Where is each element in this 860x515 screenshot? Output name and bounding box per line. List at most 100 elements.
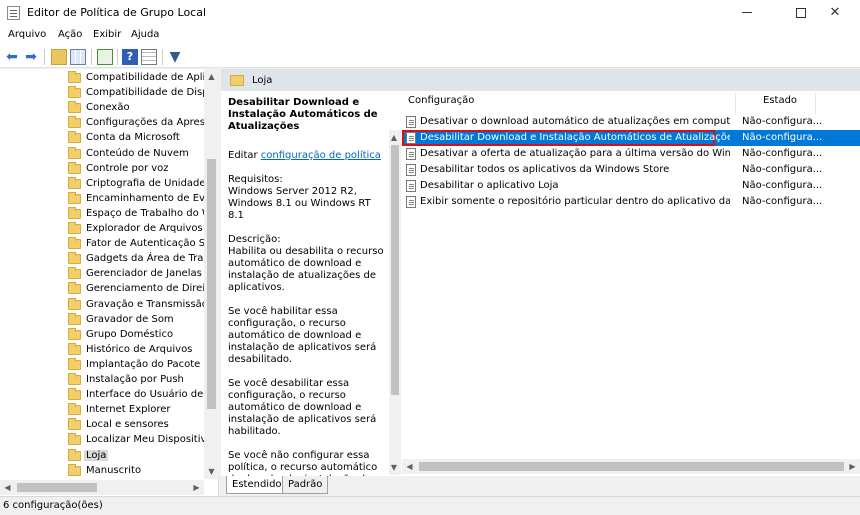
- filter-icon[interactable]: ▼: [167, 49, 183, 65]
- folder-icon: [68, 297, 81, 310]
- tree-item[interactable]: Criptografia de Unidade de: [68, 176, 208, 192]
- list-hscroll-thumb[interactable]: [419, 462, 844, 471]
- folder-icon: [68, 131, 81, 144]
- tree-item[interactable]: Local e sensores: [68, 418, 208, 433]
- policy-setting-icon: [406, 196, 416, 208]
- scroll-up-icon[interactable]: ▲: [204, 69, 219, 84]
- tree-item-label: Implantação do Pacote de: [86, 358, 208, 370]
- tree-item[interactable]: Explorador de Arquivos: [68, 222, 208, 237]
- menu-arquivo[interactable]: Arquivo: [8, 29, 46, 40]
- tree-item[interactable]: Gadgets da Área de Traball: [68, 252, 208, 267]
- tree-vertical-scrollbar[interactable]: ▲ ▼: [204, 69, 219, 479]
- column-divider[interactable]: [735, 93, 736, 114]
- menu-exibir[interactable]: Exibir: [93, 29, 121, 40]
- tree-item[interactable]: Instalação por Push: [68, 373, 208, 388]
- column-divider[interactable]: [815, 93, 816, 114]
- tree-item[interactable]: Grupo Doméstico: [68, 327, 208, 343]
- description-scrollbar[interactable]: ▲ ▼: [389, 130, 401, 475]
- tree-item[interactable]: Manuscrito: [68, 463, 208, 479]
- tree-hscroll-thumb[interactable]: [17, 483, 97, 492]
- tree-item[interactable]: Interface do Usuário de Cre: [68, 388, 208, 403]
- tree-item[interactable]: Conteúdo de Nuvem: [68, 146, 208, 162]
- scroll-down-icon[interactable]: ▼: [388, 460, 400, 475]
- setting-state: Não-configura...: [742, 148, 823, 159]
- scroll-right-icon[interactable]: ▶: [845, 459, 860, 474]
- edit-policy-link[interactable]: configuração de política: [261, 150, 381, 161]
- export-list-icon[interactable]: [97, 49, 113, 65]
- tree-item[interactable]: Gerenciamento de Direitos: [68, 282, 208, 297]
- tab-standard[interactable]: Padrão: [282, 476, 329, 494]
- scroll-left-icon[interactable]: ◀: [0, 480, 15, 495]
- tree-item[interactable]: Compatibilidade de Aplica: [68, 71, 208, 86]
- tree-item[interactable]: Conexão: [68, 101, 208, 116]
- menu-acao[interactable]: Ação: [58, 29, 82, 40]
- tab-extended[interactable]: Estendido: [226, 476, 288, 494]
- forward-arrow-icon[interactable]: ➡: [23, 49, 39, 65]
- minimize-button[interactable]: [724, 0, 770, 26]
- tree-item[interactable]: Configurações da Apresent: [68, 116, 208, 131]
- tree-item[interactable]: Implantação do Pacote de: [68, 357, 208, 373]
- list-item[interactable]: Desabilitar todos os aplicativos da Wind…: [402, 162, 860, 178]
- show-hide-tree-icon[interactable]: [70, 49, 86, 65]
- list-horizontal-scrollbar[interactable]: ◀ ▶: [402, 459, 860, 474]
- folder-icon: [68, 342, 81, 355]
- content-area: Loja Desabilitar Download e Instalação A…: [221, 69, 860, 496]
- setting-state: Não-configura...: [742, 180, 823, 191]
- scroll-up-icon[interactable]: ▲: [388, 130, 400, 145]
- tree-item[interactable]: Espaço de Trabalho do Wir: [68, 206, 208, 222]
- menu-ajuda[interactable]: Ajuda: [131, 29, 159, 40]
- column-header-state[interactable]: Estado: [763, 95, 797, 112]
- list-item[interactable]: Desabilitar Download e Instalação Automá…: [402, 130, 860, 146]
- folder-icon: [68, 101, 81, 114]
- tree-scroll-thumb[interactable]: [207, 159, 216, 409]
- tree-item[interactable]: Internet Explorer: [68, 403, 208, 418]
- back-arrow-icon[interactable]: ⬅: [4, 49, 20, 65]
- list-item[interactable]: Desabilitar o aplicativo Loja Não-configu…: [402, 178, 860, 194]
- folder-icon: [68, 463, 81, 476]
- tree-item[interactable]: Localizar Meu Dispositivo: [68, 433, 208, 448]
- folder-up-icon[interactable]: [51, 49, 67, 65]
- tree-item[interactable]: Compatibilidade de Dispos: [68, 86, 208, 101]
- toolbar-separator: [162, 49, 163, 65]
- tree-pane: Compatibilidade de Aplica Compatibilidade…: [0, 69, 219, 496]
- view-tabs: Estendido Padrão: [221, 476, 860, 496]
- scroll-left-icon[interactable]: ◀: [402, 459, 417, 474]
- folder-icon: [68, 161, 81, 174]
- setting-name: Desabilitar o aplicativo Loja: [420, 180, 559, 191]
- tree-item[interactable]: Gravador de Som: [68, 312, 208, 328]
- tree-item[interactable]: Gravação e Transmissão de: [68, 297, 208, 313]
- folder-icon: [68, 222, 81, 234]
- tree-item-label: Conteúdo de Nuvem: [86, 147, 189, 159]
- requirements-text: Requisitos: Windows Server 2012 R2, Wind…: [228, 174, 371, 221]
- tree-item[interactable]: Encaminhamento de Event: [68, 191, 208, 207]
- properties-icon[interactable]: [141, 49, 157, 65]
- setting-name: Desativar o download automático de atual…: [420, 116, 730, 127]
- tree-item[interactable]: Histórico de Arquivos: [68, 342, 208, 358]
- close-button[interactable]: ✕: [812, 0, 858, 26]
- list-item[interactable]: Exibir somente o repositório particular …: [402, 194, 860, 210]
- tree-item[interactable]: Loja: [68, 448, 208, 464]
- folder-icon: [68, 71, 81, 83]
- folder-icon: [68, 252, 81, 265]
- scroll-down-icon[interactable]: ▼: [204, 464, 219, 479]
- tree-item-label: Conta da Microsoft: [86, 132, 180, 144]
- list-item[interactable]: Desativar o download automático de atual…: [402, 114, 860, 130]
- tree-horizontal-scrollbar[interactable]: ◀ ▶: [0, 480, 204, 495]
- minimize-icon: [742, 12, 752, 13]
- help-icon[interactable]: ?: [122, 49, 138, 65]
- column-header-config[interactable]: Configuração: [408, 95, 474, 112]
- folder-icon: [68, 388, 81, 401]
- tree-item[interactable]: Gerenciador de Janelas da .: [68, 267, 208, 282]
- setting-name: Desativar a oferta de atualização para a…: [420, 148, 730, 159]
- tree-item[interactable]: Controle por voz: [68, 161, 208, 177]
- folder-icon: [68, 146, 81, 159]
- scroll-right-icon[interactable]: ▶: [189, 480, 204, 495]
- list-item[interactable]: Desativar a oferta de atualização para a…: [402, 146, 860, 162]
- tree-item[interactable]: Conta da Microsoft: [68, 131, 208, 146]
- setting-state: Não-configura...: [742, 132, 823, 143]
- setting-title: Desabilitar Download e Instalação Automá…: [228, 97, 378, 132]
- folder-icon: [68, 237, 81, 250]
- tree-item[interactable]: Fator de Autenticação Secu: [68, 237, 208, 252]
- setting-name: Exibir somente o repositório particular …: [420, 196, 730, 207]
- description-scroll-thumb[interactable]: [391, 145, 399, 395]
